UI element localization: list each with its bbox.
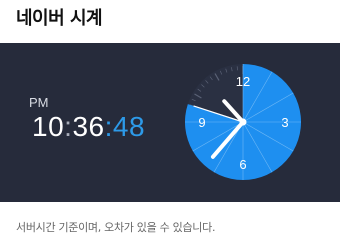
widget-title: 네이버 시계 [16,8,103,29]
time-hours: 10 [32,111,65,142]
time-colon-seconds: : [104,111,113,142]
dial-number-3: 3 [281,115,288,130]
dial-number-6: 6 [239,157,246,172]
analog-clock: 12 3 6 9 [185,64,301,180]
digital-time: 10:36:48 [32,112,145,142]
dial-number-12: 12 [236,74,250,89]
time-seconds: 48 [112,111,146,142]
hand-pivot [239,118,247,126]
server-time-note: 서버시간 기준이며, 오차가 있을 수 있습니다. [16,221,216,234]
time-minutes: 36 [72,111,105,142]
ampm-indicator: PM [29,95,49,110]
dial-number-9: 9 [198,115,205,130]
